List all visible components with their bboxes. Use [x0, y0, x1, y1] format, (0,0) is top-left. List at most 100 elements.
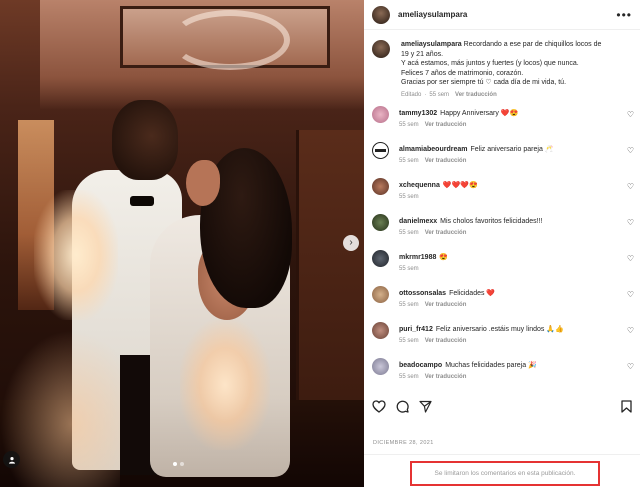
groom-bowtie — [130, 196, 154, 206]
comment-body: mkrmr1988 😍 55 sem — [399, 250, 609, 286]
comment-text: Felicidades ❤️ — [449, 290, 496, 297]
comment-body: puri_fr412 Feliz aniversario .estáis muy … — [399, 322, 609, 358]
comment-username[interactable]: tammy1302 — [399, 110, 437, 117]
comment-username[interactable]: mkrmr1988 — [399, 254, 436, 261]
comment-username[interactable]: xchequenna — [399, 182, 440, 189]
comment-username[interactable]: ottossonsalas — [399, 290, 446, 297]
post-date[interactable]: DICIEMBRE 28, 2021 — [373, 440, 434, 446]
comment-box-area: Se limitaron los comentarios en esta pub… — [364, 454, 640, 487]
comment-meta: 55 sem Ver traducción — [399, 121, 609, 130]
comment-item: mkrmr1988 😍 55 sem ♡ — [364, 250, 640, 286]
comment-meta: 55 sem — [399, 193, 609, 202]
caption-meta: Editado · 55 sem Ver traducción — [401, 91, 601, 101]
translate-link[interactable]: Ver traducción — [425, 158, 467, 164]
caption-line: ameliaysulampara Recordando a ese par de… — [401, 40, 601, 50]
comment-item: ottossonsalas Felicidades ❤️ 55 sem Ver tr… — [364, 286, 640, 322]
avatar[interactable] — [372, 250, 389, 267]
comment-meta: 55 sem — [399, 265, 609, 274]
comment-item: beadocampo Muchas felicidades pareja 🎉 55… — [364, 358, 640, 390]
heart-icon[interactable]: ♡ — [627, 327, 634, 335]
comment-meta: 55 sem Ver traducción — [399, 229, 609, 238]
comment-meta: 55 sem Ver traducción — [399, 301, 609, 310]
post-header: ameliaysulampara ••• — [364, 0, 640, 30]
heart-icon[interactable]: ♡ — [627, 183, 634, 191]
comment-time[interactable]: 55 sem — [399, 194, 419, 200]
bookmark-icon[interactable] — [621, 399, 632, 415]
avatar[interactable] — [372, 358, 389, 375]
comments-limited-notice: Se limitaron los comentarios en esta pub… — [410, 461, 600, 486]
post-photo[interactable]: › — [0, 0, 364, 487]
translate-link[interactable]: Ver traducción — [425, 122, 467, 128]
comment-body: almamiabeourdream Feliz aniversario parej… — [399, 142, 609, 178]
caption-line: Gracias por ser siempre tú ♡ cada día de… — [401, 79, 567, 86]
candle-glow — [180, 320, 270, 450]
heart-icon[interactable]: ♡ — [627, 363, 634, 371]
caption-line: Y acá estamos, más juntos y fuertes (y l… — [401, 60, 579, 67]
comment-username[interactable]: danielmexx — [399, 218, 437, 225]
caption-text: Recordando a ese par de chiquillos locos… — [463, 41, 602, 48]
heart-icon[interactable]: ♡ — [627, 219, 634, 227]
comment-meta: 55 sem Ver traducción — [399, 337, 609, 346]
translate-link[interactable]: Ver traducción — [425, 302, 467, 308]
comment-time[interactable]: 55 sem — [399, 374, 419, 380]
comment-body: ottossonsalas Felicidades ❤️ 55 sem Ver tr… — [399, 286, 609, 322]
comment-username[interactable]: puri_fr412 — [399, 326, 433, 333]
comment-item: almamiabeourdream Feliz aniversario parej… — [364, 142, 640, 178]
avatar[interactable] — [372, 322, 389, 339]
translate-link[interactable]: Ver traducción — [425, 230, 467, 236]
comment-text: Mis cholos favoritos felicidades!!! — [440, 218, 543, 225]
heart-icon[interactable]: ♡ — [627, 255, 634, 263]
photo-door — [296, 130, 364, 400]
caption-username[interactable]: ameliaysulampara — [401, 41, 462, 48]
comment-body: danielmexx Mis cholos favoritos felicidad… — [399, 214, 609, 250]
translate-link[interactable]: Ver traducción — [455, 92, 497, 98]
photo-wall-decoration — [170, 10, 290, 70]
comments-list[interactable]: ameliaysulampara Recordando a ese par de… — [364, 34, 640, 390]
more-options-icon[interactable]: ••• — [616, 9, 632, 21]
heart-icon[interactable] — [372, 399, 386, 415]
avatar[interactable] — [372, 106, 389, 123]
caption-line: 19 y 21 años. — [401, 50, 444, 58]
post-caption: ameliaysulampara Recordando a ese par de… — [364, 34, 640, 100]
comment-icon[interactable] — [396, 400, 409, 415]
avatar[interactable] — [372, 40, 390, 58]
post-author-username[interactable]: ameliaysulampara — [398, 10, 616, 19]
groom-head — [112, 100, 178, 180]
heart-glyph — [372, 399, 386, 413]
comment-time[interactable]: 55 sem — [399, 230, 419, 236]
comment-time[interactable]: 55 sem — [399, 158, 419, 164]
post-side-panel: ameliaysulampara ••• ameliaysulampara Re… — [364, 0, 640, 487]
comment-time[interactable]: 55 sem — [399, 122, 419, 128]
comment-text: Happy Anniversary ❤️😍 — [440, 110, 519, 117]
translate-link[interactable]: Ver traducción — [425, 338, 467, 344]
caption-line: Felices 7 años de matrimonio, corazón. — [401, 69, 524, 77]
chevron-right-icon[interactable]: › — [343, 235, 359, 251]
comment-time[interactable]: 55 sem — [399, 338, 419, 344]
carousel-indicator — [173, 462, 184, 466]
comment-text: Muchas felicidades pareja 🎉 — [445, 362, 537, 369]
avatar[interactable] — [372, 142, 389, 159]
heart-icon[interactable]: ♡ — [627, 147, 634, 155]
user-tag-icon[interactable] — [3, 451, 20, 468]
comment-username[interactable]: beadocampo — [399, 362, 442, 369]
heart-icon[interactable]: ♡ — [627, 111, 634, 119]
comment-text: Feliz aniversario pareja 🥂 — [470, 146, 554, 153]
comment-item: xchequenna ❤️❤️❤️😍 55 sem ♡ — [364, 178, 640, 214]
comment-time[interactable]: 55 sem — [399, 302, 419, 308]
translate-link[interactable]: Ver traducción — [425, 374, 467, 380]
comment-item: puri_fr412 Feliz aniversario .estáis muy … — [364, 322, 640, 358]
heart-icon[interactable]: ♡ — [627, 291, 634, 299]
paper-plane-glyph — [419, 400, 432, 413]
avatar[interactable] — [372, 214, 389, 231]
post-actions-bar — [364, 398, 640, 416]
comment-time[interactable]: 55 sem — [399, 266, 419, 272]
avatar[interactable] — [372, 286, 389, 303]
candle-glow — [34, 190, 118, 320]
caption-body: ameliaysulampara Recordando a ese par de… — [401, 40, 601, 100]
caption-time[interactable]: 55 sem — [429, 92, 449, 98]
meta-separator: · — [424, 91, 427, 98]
avatar[interactable] — [372, 5, 390, 24]
avatar[interactable] — [372, 178, 389, 195]
paper-plane-icon[interactable] — [419, 400, 432, 415]
comment-username[interactable]: almamiabeourdream — [399, 146, 467, 153]
